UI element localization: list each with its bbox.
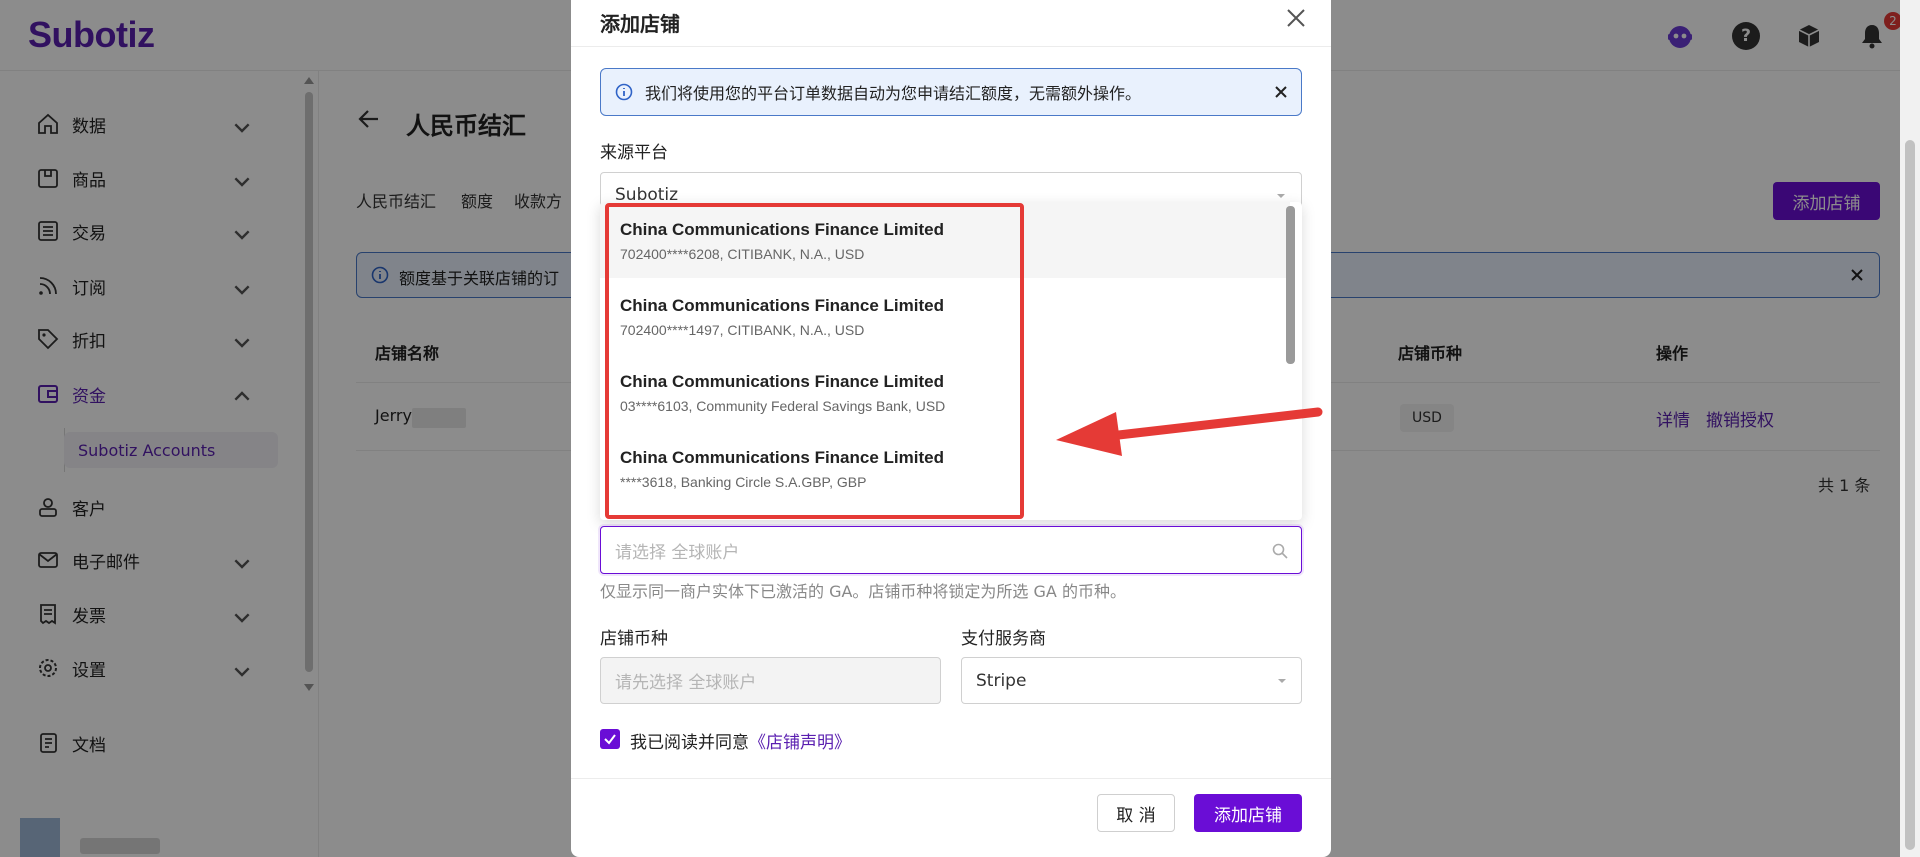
global-account-placeholder: 请选择 全球账户 [615,542,740,563]
agree-text: 我已阅读并同意《店铺声明》 [630,728,851,753]
page-scrollbar-thumb[interactable] [1905,140,1915,850]
store-statement-link[interactable]: 《店铺声明》 [749,733,851,753]
agree-label: 我已阅读并同意 [630,733,749,753]
cancel-button[interactable]: 取 消 [1097,794,1175,832]
annotation-arrow-icon [1056,407,1323,456]
store-currency-placeholder: 请先选择 全球账户 [615,673,757,693]
caret-down-icon [1277,194,1285,198]
search-icon [1272,543,1288,559]
payment-provider-value: Stripe [976,670,1027,691]
source-platform-label: 来源平台 [600,143,668,163]
modal-info-text: 我们将使用您的平台订单数据自动为您申请结汇额度，无需额外操作。 [645,84,1142,103]
modal-footer-divider [571,778,1331,779]
close-icon[interactable] [1282,4,1310,32]
payment-provider-label: 支付服务商 [961,629,1046,649]
payment-provider-select[interactable]: Stripe [961,657,1302,704]
info-icon [615,83,633,101]
annotation-highlight-box [605,203,1024,519]
modal-info-banner: 我们将使用您的平台订单数据自动为您申请结汇额度，无需额外操作。 [600,68,1302,116]
store-currency-label: 店铺币种 [600,629,668,649]
global-account-search-input[interactable]: 请选择 全球账户 [600,526,1302,574]
store-currency-field: 请先选择 全球账户 [600,657,941,704]
modal-title: 添加店铺 [600,12,680,36]
check-icon [604,734,616,745]
helper-text: 仅显示同一商户实体下已激活的 GA。店铺币种将锁定为所选 GA 的币种。 [600,582,1126,601]
agree-checkbox[interactable] [600,729,620,749]
dropdown-scrollbar-thumb[interactable] [1286,206,1295,364]
submit-add-store-button[interactable]: 添加店铺 [1194,794,1302,832]
modal-header-divider [571,46,1331,47]
close-icon[interactable] [1273,84,1289,100]
caret-down-icon [1278,679,1286,683]
